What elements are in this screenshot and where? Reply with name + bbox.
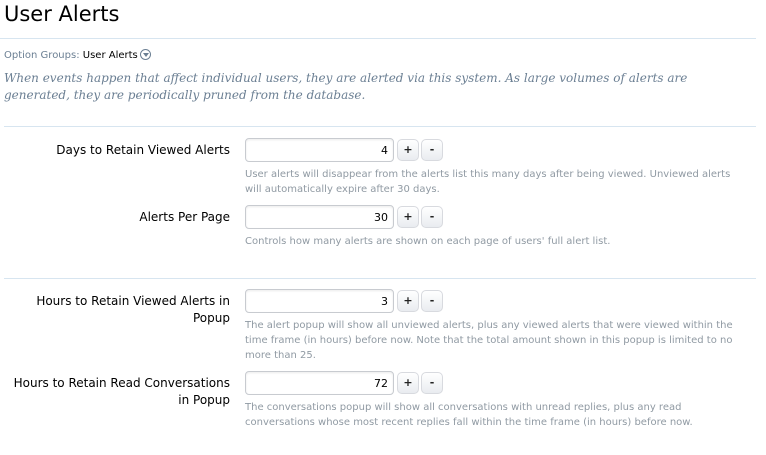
options-page: User Alerts Option Groups: User Alerts W… [0,0,766,455]
hours-retain-popup-minus-button[interactable]: - [421,290,443,312]
option-groups: Option Groups: User Alerts [4,49,151,61]
days-retain-input[interactable] [245,138,394,162]
option-hint: User alerts will disappear from the aler… [245,169,731,195]
option-hint: The conversations popup will show all co… [245,402,693,428]
page-title: User Alerts [4,2,120,26]
option-label-hours-retain-popup: Hours to Retain Viewed Alerts in Popup [36,294,230,325]
option-groups-label: Option Groups: [4,50,80,61]
option-hint: Controls how many alerts are shown on ea… [245,236,611,247]
hours-retain-conversations-input[interactable] [245,371,394,395]
hours-retain-conversations-plus-button[interactable]: + [397,372,419,394]
option-hint: The alert popup will show all unviewed a… [245,320,733,361]
hours-retain-conversations-minus-button[interactable]: - [421,372,443,394]
hours-retain-popup-input[interactable] [245,289,394,313]
title-divider [0,38,756,39]
days-retain-minus-button[interactable]: - [421,139,443,161]
option-label-alerts-per-page: Alerts Per Page [139,210,230,224]
option-label-days-retain: Days to Retain Viewed Alerts [56,143,230,157]
alerts-per-page-plus-button[interactable]: + [397,206,419,228]
group-description: When events happen that affect individua… [4,71,688,102]
chevron-down-icon[interactable] [139,49,151,60]
days-retain-plus-button[interactable]: + [397,139,419,161]
section-divider [4,278,756,279]
hours-retain-popup-plus-button[interactable]: + [397,290,419,312]
alerts-per-page-minus-button[interactable]: - [421,206,443,228]
section-divider [4,126,756,127]
option-group-link[interactable]: User Alerts [83,50,138,61]
option-label-hours-retain-conversations: Hours to Retain Read Conversations in Po… [13,376,230,407]
alerts-per-page-input[interactable] [245,205,394,229]
